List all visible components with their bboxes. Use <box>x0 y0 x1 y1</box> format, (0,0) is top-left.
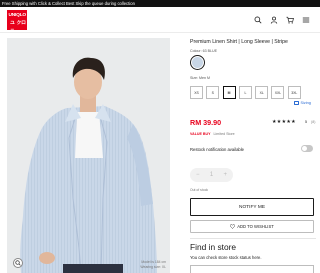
notify-me-button[interactable]: NOTIFY ME <box>190 198 314 216</box>
out-of-stock-text: Out of stock <box>190 188 209 192</box>
limited-store-flag: Limited Store <box>213 132 235 136</box>
magnify-icon <box>15 260 21 266</box>
quantity-stepper[interactable]: − 1 + <box>190 168 233 182</box>
colour-swatch[interactable] <box>190 55 205 70</box>
cart-icon[interactable] <box>286 16 294 24</box>
search-icon[interactable] <box>254 16 262 24</box>
model-wearing-shirt-illustration <box>20 57 158 273</box>
add-to-wishlist-button[interactable]: ADD TO WISHLIST <box>190 220 314 233</box>
size-option-selected[interactable]: M <box>222 86 236 99</box>
quantity-value: 1 <box>209 172 214 178</box>
heart-icon <box>230 224 236 229</box>
size-label: Size: Men M <box>190 76 210 80</box>
price: RM 39.90 <box>190 118 222 127</box>
colour-label: Colour: 63 BLUE <box>190 49 217 53</box>
menu-icon[interactable] <box>302 16 310 24</box>
swatch-fill <box>192 57 203 68</box>
sizing-label: Sizing <box>300 101 311 105</box>
size-option[interactable]: S <box>206 86 220 99</box>
minus-icon[interactable]: − <box>196 172 200 178</box>
find-in-store-text: You can check store stock status here. <box>190 255 262 260</box>
rating-value: 5 <box>305 120 307 124</box>
size-option[interactable]: L <box>238 86 252 99</box>
rating-count[interactable]: (8) <box>311 120 315 124</box>
logo-text: ユニ <box>10 20 15 34</box>
restock-toggle[interactable] <box>301 145 313 152</box>
size-option[interactable]: XXL <box>271 86 285 99</box>
value-buy-flag: VALUE BUY <box>190 132 211 136</box>
announcement-bar[interactable]: Free Shipping with Click & Collect Best … <box>0 0 320 7</box>
wishlist-label: ADD TO WISHLIST <box>237 224 274 229</box>
uniqlo-logo[interactable]: UNI QLO ユニ クロ <box>7 10 27 34</box>
logo-text: クロ <box>16 20 26 26</box>
size-option[interactable]: 3XL <box>287 86 301 99</box>
store-selector[interactable] <box>190 265 314 273</box>
plus-icon[interactable]: + <box>223 172 227 178</box>
sizing-link[interactable]: Sizing <box>294 101 311 105</box>
section-divider <box>190 238 316 239</box>
logo-text: QLO <box>16 12 26 18</box>
product-image[interactable]: Model is 184 cm Wearing size: XL <box>7 38 170 273</box>
toggle-knob <box>302 146 307 151</box>
product-page: Free Shipping with Click & Collect Best … <box>0 0 320 273</box>
zoom-button[interactable] <box>13 258 23 268</box>
ruler-icon <box>294 101 299 105</box>
model-size: Wearing size: XL <box>140 264 166 269</box>
product-flags: VALUE BUY Limited Store <box>190 132 235 136</box>
find-in-store-title: Find in store <box>190 242 237 252</box>
logo-text: UNI <box>8 12 17 18</box>
user-icon[interactable] <box>270 16 278 24</box>
size-option[interactable]: XL <box>255 86 269 99</box>
site-header: UNI QLO ユニ クロ <box>0 7 320 34</box>
product-title: Premium Linen Shirt | Long Sleeve | Stri… <box>190 39 288 45</box>
header-icons <box>254 16 310 24</box>
rating-stars[interactable]: ★★★★★ <box>272 119 296 125</box>
model-caption: Model is 184 cm Wearing size: XL <box>140 260 166 269</box>
size-selector: XS S M L XL XXL 3XL <box>190 86 301 99</box>
model-height: Model is 184 cm <box>141 260 166 265</box>
size-option[interactable]: XS <box>190 86 203 99</box>
restock-label: Restock notification available <box>190 147 245 152</box>
